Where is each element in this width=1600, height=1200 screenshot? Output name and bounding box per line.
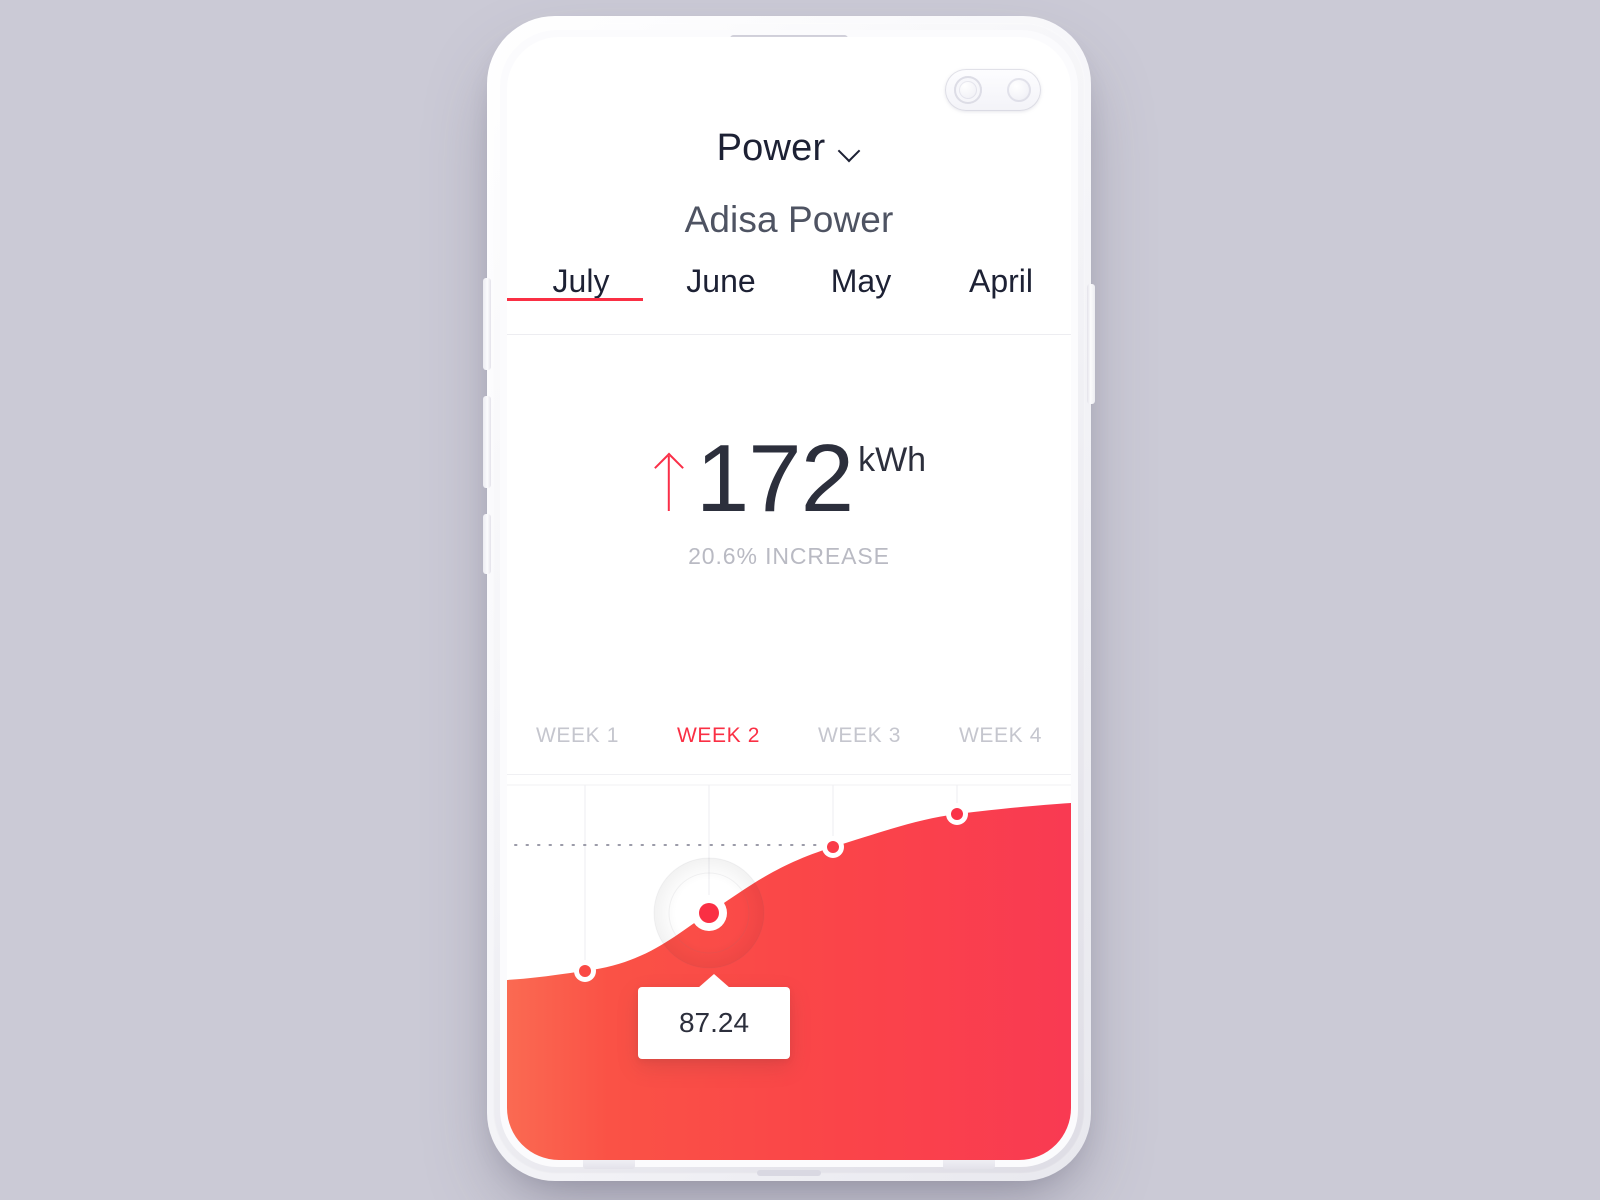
tab-month-may[interactable]: May: [791, 257, 931, 300]
front-camera-cutout: [945, 69, 1041, 111]
phone-screen: Power Adisa Power July June May April 17…: [507, 37, 1071, 1160]
power-button[interactable]: [1087, 284, 1095, 404]
month-tab-bar: July June May April: [507, 257, 1071, 335]
camera-lens-secondary-icon: [1007, 78, 1031, 102]
data-point-4-dot: [951, 808, 963, 820]
chart-area-path: [507, 803, 1071, 1160]
tab-week-3[interactable]: WEEK 3: [789, 724, 930, 748]
metric-summary: 172 kWh 20.6% INCREASE: [507, 425, 1071, 570]
metric-line: 172 kWh: [507, 425, 1071, 532]
chart-tooltip[interactable]: 87.24: [638, 987, 790, 1059]
tab-month-june[interactable]: June: [651, 257, 791, 300]
camera-lens-main-icon: [954, 76, 982, 104]
metric-value: 172: [695, 425, 854, 532]
tab-week-4[interactable]: WEEK 4: [930, 724, 1071, 748]
usb-port: [757, 1170, 821, 1176]
app-header[interactable]: Power: [507, 127, 1071, 170]
phone-device: Power Adisa Power July June May April 17…: [483, 16, 1095, 1181]
data-point-1-dot: [579, 965, 591, 977]
tab-month-april[interactable]: April: [931, 257, 1071, 300]
chevron-down-icon[interactable]: [839, 141, 861, 163]
week-tab-bar: WEEK 1 WEEK 2 WEEK 3 WEEK 4: [507, 697, 1071, 775]
data-point-2-dot: [699, 903, 719, 923]
data-point-3-dot: [827, 841, 839, 853]
volume-up-button[interactable]: [483, 278, 491, 370]
metric-change-label: 20.6% INCREASE: [688, 543, 890, 569]
app-subtitle: Adisa Power: [684, 199, 894, 240]
chart-tooltip-value: 87.24: [678, 1007, 750, 1038]
tab-week-2[interactable]: WEEK 2: [648, 724, 789, 748]
volume-down-button[interactable]: [483, 396, 491, 488]
tab-month-july[interactable]: July: [507, 257, 651, 301]
tab-week-1[interactable]: WEEK 1: [507, 724, 648, 748]
page-title: Power: [716, 127, 826, 169]
metric-unit: kWh: [858, 441, 927, 479]
arrow-up-icon: [652, 453, 686, 525]
chart-svg: [507, 784, 1071, 1160]
consumption-area-chart[interactable]: 87.24: [507, 775, 1071, 1160]
assistant-button[interactable]: [483, 514, 491, 574]
